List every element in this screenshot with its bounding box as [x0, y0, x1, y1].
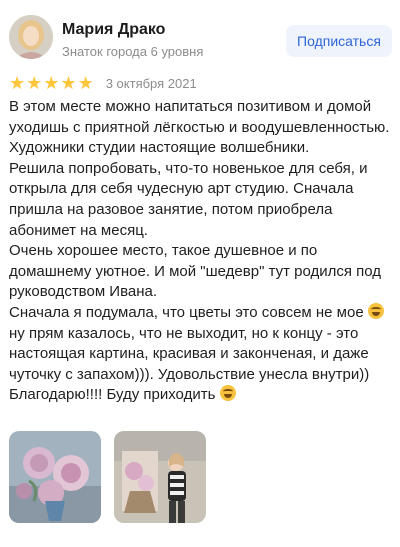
photo-woman-with-painting[interactable] — [114, 431, 206, 523]
rating-row: ★ ★ ★ ★ ★ 3 октября 2021 — [9, 74, 197, 92]
star-icon: ★ — [60, 73, 77, 93]
star-icon: ★ — [43, 73, 60, 93]
author-name[interactable]: Мария Драко — [62, 21, 165, 39]
star-icon: ★ — [9, 73, 26, 93]
review-text-part2: ну прям казалось, что не выходит, но к к… — [9, 324, 370, 404]
review-header: Мария Драко Знаток города 6 уровня Подпи… — [9, 14, 392, 62]
smiling-emoji-icon — [219, 385, 236, 402]
rating-stars: ★ ★ ★ ★ ★ — [9, 74, 94, 92]
grinning-sweat-emoji-icon — [367, 302, 384, 319]
subscribe-button[interactable]: Подписаться — [286, 25, 392, 57]
photo-peony-painting[interactable] — [9, 431, 101, 523]
review-text-part1: В этом месте можно напитаться позитивом … — [9, 98, 390, 321]
review-date: 3 октября 2021 — [105, 75, 197, 91]
star-icon: ★ — [26, 73, 43, 93]
review-text: В этом месте можно напитаться позитивом … — [9, 97, 393, 406]
avatar[interactable] — [9, 15, 53, 59]
review-photos — [9, 431, 206, 523]
star-icon: ★ — [77, 73, 94, 93]
author-level: Знаток города 6 уровня — [62, 44, 204, 59]
